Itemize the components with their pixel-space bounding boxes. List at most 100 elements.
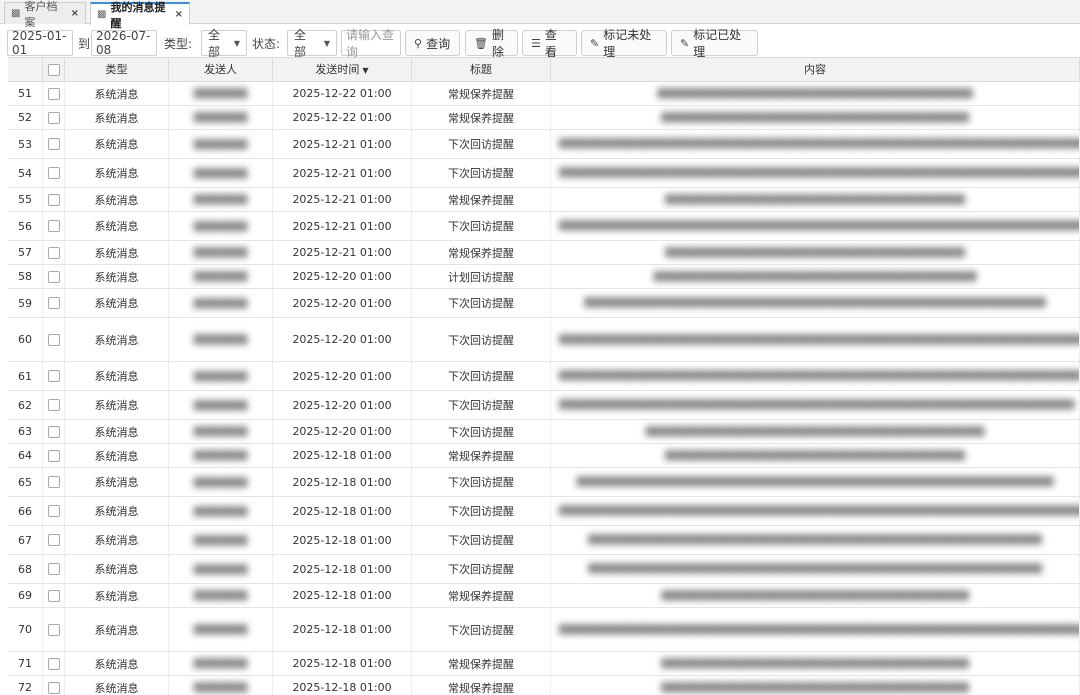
row-checkbox[interactable] — [43, 289, 65, 317]
column-header-sender[interactable]: 发送人 — [169, 58, 273, 82]
row-checkbox[interactable] — [43, 391, 65, 419]
row-checkbox[interactable] — [43, 420, 65, 443]
row-checkbox[interactable] — [43, 468, 65, 496]
checkbox-box[interactable] — [47, 270, 60, 283]
view-button[interactable]: ☰ 查看 — [522, 28, 577, 59]
cell-content-text: ▇▇▇▇▇▇▇▇▇▇▇▇▇▇▇▇▇▇▇▇▇▇▇▇▇▇▇▇▇▇▇▇▇▇▇▇▇▇▇▇… — [645, 425, 985, 437]
row-number: 52 — [8, 106, 43, 129]
cell-title-text: 下次回访提醒 — [448, 534, 514, 547]
tab-customer-archive[interactable]: ▩ 客户档案 × — [4, 0, 86, 29]
table-row[interactable]: 51 系统消息 ▇▇▇▇▇▇▇ 2025-12-22 01:00 常规保养提醒 ▇▇▇▇▇… — [8, 82, 1080, 106]
date-to-input[interactable]: 2026-07-08 — [91, 29, 157, 57]
cell-content-text: ▇▇▇▇▇▇▇▇▇▇▇▇▇▇▇▇▇▇▇▇▇▇▇▇▇▇▇▇▇▇▇▇▇▇▇▇▇▇▇▇… — [559, 399, 1075, 410]
row-checkbox[interactable] — [43, 676, 65, 695]
table-row[interactable]: 69 系统消息 ▇▇▇▇▇▇▇ 2025-12-18 01:00 常规保养提醒 ▇▇▇▇▇… — [8, 584, 1080, 608]
table-row[interactable]: 68 系统消息 ▇▇▇▇▇▇▇ 2025-12-18 01:00 下次回访提醒 ▇▇▇▇▇… — [8, 555, 1080, 584]
column-header-title[interactable]: 标题 — [412, 58, 551, 82]
table-row[interactable]: 53 系统消息 ▇▇▇▇▇▇▇ 2025-12-21 01:00 下次回访提醒 ▇▇▇▇▇… — [8, 130, 1080, 159]
checkbox-box[interactable] — [47, 425, 60, 438]
mark-unprocessed-button[interactable]: ✎ 标记未处理 — [581, 28, 667, 59]
row-checkbox[interactable] — [43, 159, 65, 187]
checkbox-box[interactable] — [47, 449, 60, 462]
query-button[interactable]: ⚲ 查询 — [405, 30, 460, 56]
checkbox-box[interactable] — [47, 246, 60, 259]
table-row[interactable]: 71 系统消息 ▇▇▇▇▇▇▇ 2025-12-18 01:00 常规保养提醒 ▇▇▇▇▇… — [8, 652, 1080, 676]
checkbox-box[interactable] — [47, 297, 60, 309]
table-row[interactable]: 57 系统消息 ▇▇▇▇▇▇▇ 2025-12-21 01:00 常规保养提醒 ▇▇▇▇▇… — [8, 241, 1080, 265]
row-checkbox[interactable] — [43, 130, 65, 158]
search-input[interactable]: 请输入查询 — [341, 28, 401, 59]
table-row[interactable]: 62 系统消息 ▇▇▇▇▇▇▇ 2025-12-20 01:00 下次回访提醒 ▇▇▇▇▇… — [8, 391, 1080, 420]
checkbox-box[interactable] — [47, 333, 60, 346]
close-icon[interactable]: × — [175, 9, 183, 20]
row-checkbox[interactable] — [43, 106, 65, 129]
checkbox-box[interactable] — [47, 370, 60, 382]
checkbox-box[interactable] — [47, 623, 60, 636]
cell-content-text: ▇▇▇▇▇▇▇▇▇▇▇▇▇▇▇▇▇▇▇▇▇▇▇▇▇▇▇▇▇▇▇▇▇▇▇▇▇▇▇▇… — [559, 370, 1080, 381]
table-row[interactable]: 56 系统消息 ▇▇▇▇▇▇▇ 2025-12-21 01:00 下次回访提醒 ▇▇▇▇▇… — [8, 212, 1080, 241]
checkbox-box[interactable] — [47, 534, 60, 546]
table-row[interactable]: 59 系统消息 ▇▇▇▇▇▇▇ 2025-12-20 01:00 下次回访提醒 ▇▇▇▇▇… — [8, 289, 1080, 318]
table-row[interactable]: 70 系统消息 ▇▇▇▇▇▇▇ 2025-12-18 01:00 下次回访提醒 ▇▇▇▇▇… — [8, 608, 1080, 652]
row-checkbox[interactable] — [43, 608, 65, 651]
checkbox-box[interactable] — [47, 220, 60, 232]
cell-sender: ▇▇▇▇▇▇▇ — [169, 130, 273, 158]
table-row[interactable]: 52 系统消息 ▇▇▇▇▇▇▇ 2025-12-22 01:00 常规保养提醒 ▇▇▇▇▇… — [8, 106, 1080, 130]
checkbox-box[interactable] — [47, 505, 60, 517]
cell-type-text: 系统消息 — [94, 563, 139, 576]
to-label: 到 — [78, 36, 91, 51]
cell-content-text: ▇▇▇▇▇▇▇▇▇▇▇▇▇▇▇▇▇▇▇▇▇▇▇▇▇▇▇▇▇▇▇▇▇▇▇▇▇▇▇▇ — [661, 681, 969, 693]
table-row[interactable]: 67 系统消息 ▇▇▇▇▇▇▇ 2025-12-18 01:00 下次回访提醒 ▇▇▇▇▇… — [8, 526, 1080, 555]
close-icon[interactable]: × — [71, 8, 79, 19]
mark-processed-button[interactable]: ✎ 标记已处理 — [671, 28, 758, 59]
checkbox-box[interactable] — [47, 138, 60, 150]
row-checkbox[interactable] — [43, 444, 65, 467]
checkbox-box[interactable] — [47, 111, 60, 124]
table-row[interactable]: 66 系统消息 ▇▇▇▇▇▇▇ 2025-12-18 01:00 下次回访提醒 ▇▇▇▇▇… — [8, 497, 1080, 526]
checkbox-box[interactable] — [47, 193, 60, 206]
delete-button[interactable]: 🗑 删除 — [465, 28, 518, 59]
table-row[interactable]: 63 系统消息 ▇▇▇▇▇▇▇ 2025-12-20 01:00 下次回访提醒 ▇▇▇▇▇… — [8, 420, 1080, 444]
table-row[interactable]: 58 系统消息 ▇▇▇▇▇▇▇ 2025-12-20 01:00 计划回访提醒 ▇▇▇▇▇… — [8, 265, 1080, 289]
checkbox-box[interactable] — [47, 657, 60, 670]
table-row[interactable]: 61 系统消息 ▇▇▇▇▇▇▇ 2025-12-20 01:00 下次回访提醒 ▇▇▇▇▇… — [8, 362, 1080, 391]
column-header-content[interactable]: 内容 — [551, 58, 1080, 82]
checkbox-box[interactable] — [47, 87, 60, 100]
table-row[interactable]: 64 系统消息 ▇▇▇▇▇▇▇ 2025-12-18 01:00 常规保养提醒 ▇▇▇▇▇… — [8, 444, 1080, 468]
row-checkbox[interactable] — [43, 265, 65, 288]
table-row[interactable]: 55 系统消息 ▇▇▇▇▇▇▇ 2025-12-21 01:00 常规保养提醒 ▇▇▇▇▇… — [8, 188, 1080, 212]
cell-send-time: 2025-12-20 01:00 — [273, 362, 412, 390]
row-checkbox[interactable] — [43, 82, 65, 105]
row-checkbox[interactable] — [43, 652, 65, 675]
row-checkbox[interactable] — [43, 526, 65, 554]
row-checkbox[interactable] — [43, 362, 65, 390]
row-checkbox[interactable] — [43, 497, 65, 525]
tab-my-message-reminders[interactable]: ▩ 我的消息提醒 × — [90, 1, 190, 30]
column-header-type[interactable]: 类型 — [65, 58, 169, 82]
type-select[interactable]: 全部 ▼ — [201, 28, 247, 59]
cell-type-text: 系统消息 — [94, 449, 139, 463]
row-checkbox[interactable] — [43, 555, 65, 583]
table-row[interactable]: 54 系统消息 ▇▇▇▇▇▇▇ 2025-12-21 01:00 下次回访提醒 ▇▇▇▇▇… — [8, 159, 1080, 188]
row-number-text: 62 — [18, 398, 32, 412]
column-header-time[interactable]: 发送时间 ▼ — [273, 58, 412, 82]
checkbox-box[interactable] — [47, 399, 60, 411]
row-number-text: 67 — [18, 533, 32, 547]
row-checkbox[interactable] — [43, 584, 65, 607]
checkbox-box[interactable] — [47, 563, 60, 575]
table-row[interactable]: 72 系统消息 ▇▇▇▇▇▇▇ 2025-12-18 01:00 常规保养提醒 ▇▇▇▇▇… — [8, 676, 1080, 695]
status-select[interactable]: 全部 ▼ — [287, 28, 337, 59]
select-all-checkbox[interactable] — [43, 58, 65, 82]
table-row[interactable]: 60 系统消息 ▇▇▇▇▇▇▇ 2025-12-20 01:00 下次回访提醒 ▇▇▇▇▇… — [8, 318, 1080, 362]
row-checkbox[interactable] — [43, 212, 65, 240]
checkbox-box[interactable] — [47, 167, 60, 179]
checkbox-box[interactable] — [47, 476, 60, 488]
row-checkbox[interactable] — [43, 241, 65, 264]
cell-type-text: 系统消息 — [94, 246, 139, 260]
row-checkbox[interactable] — [43, 188, 65, 211]
checkbox-box[interactable] — [47, 681, 60, 694]
checkbox-box[interactable] — [47, 589, 60, 602]
date-from-input[interactable]: 2025-01-01 — [7, 29, 73, 57]
table-row[interactable]: 65 系统消息 ▇▇▇▇▇▇▇ 2025-12-18 01:00 下次回访提醒 ▇▇▇▇▇… — [8, 468, 1080, 497]
row-checkbox[interactable] — [43, 318, 65, 361]
